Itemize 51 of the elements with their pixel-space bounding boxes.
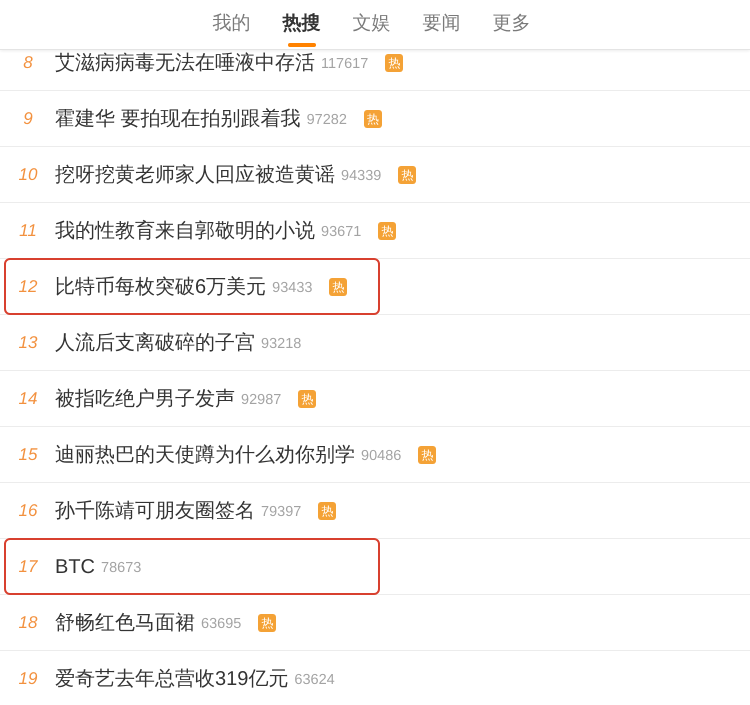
hot-badge: 热 bbox=[318, 502, 336, 520]
hot-badge: 热 bbox=[329, 278, 348, 296]
topic-title[interactable]: 我的性教育来自郭敬明的小说 bbox=[55, 222, 315, 240]
tab[interactable]: 我的 bbox=[212, 0, 250, 50]
topic-title[interactable]: 霍建华 要拍现在拍别跟着我 bbox=[55, 110, 301, 128]
rank-number: 12 bbox=[18, 278, 38, 296]
heat-count: 79397 bbox=[261, 502, 302, 520]
heat-count: 97282 bbox=[306, 110, 347, 128]
hot-badge: 热 bbox=[364, 110, 382, 128]
hot-badge: 热 bbox=[385, 54, 404, 72]
rank-number: 15 bbox=[18, 446, 38, 464]
rank-number: 16 bbox=[18, 502, 38, 520]
tab[interactable]: 更多 bbox=[492, 0, 530, 50]
heat-count: 92987 bbox=[241, 390, 282, 408]
heat-count: 78673 bbox=[101, 558, 142, 576]
hot-badge: 热 bbox=[418, 446, 436, 464]
topic-title[interactable]: BTC bbox=[55, 558, 95, 576]
heat-count: 63624 bbox=[294, 670, 335, 688]
rank-number: 19 bbox=[18, 670, 38, 688]
rank-number: 8 bbox=[22, 54, 34, 72]
hot-badge: 热 bbox=[298, 390, 316, 408]
rank-number: 13 bbox=[18, 334, 38, 352]
topic-title[interactable]: 舒畅红色马面裙 bbox=[55, 614, 195, 632]
heat-count: 90486 bbox=[361, 446, 402, 464]
topic-title[interactable]: 孙千陈靖可朋友圈签名 bbox=[55, 502, 255, 520]
selected-tab-underline bbox=[288, 43, 316, 47]
tab[interactable]: 要闻 bbox=[422, 0, 460, 50]
rank-number: 11 bbox=[18, 222, 38, 240]
topic-title[interactable]: 艾滋病病毒无法在唾液中存活 bbox=[55, 54, 315, 72]
topic-title[interactable]: 比特币每枚突破6万美元 bbox=[55, 278, 266, 296]
heat-count: 93218 bbox=[261, 334, 302, 352]
topic-title[interactable]: 被指吃绝户男子发声 bbox=[55, 390, 235, 408]
heat-count: 117617 bbox=[321, 54, 368, 72]
heat-count: 63695 bbox=[201, 614, 242, 632]
tab[interactable]: 热搜 bbox=[282, 0, 320, 50]
rank-number: 9 bbox=[22, 110, 34, 128]
rank-number: 18 bbox=[18, 614, 38, 632]
hot-badge: 热 bbox=[258, 614, 276, 632]
heat-count: 94339 bbox=[341, 166, 382, 184]
topic-title[interactable]: 挖呀挖黄老师家人回应被造黄谣 bbox=[55, 166, 335, 184]
rank-number: 10 bbox=[18, 166, 38, 184]
tab[interactable]: 文娱 bbox=[352, 0, 390, 50]
hot-badge: 热 bbox=[378, 222, 396, 240]
heat-count: 93671 bbox=[321, 222, 362, 240]
hot-badge: 热 bbox=[398, 166, 416, 184]
heat-count: 93433 bbox=[272, 278, 312, 296]
rank-number: 14 bbox=[18, 390, 38, 408]
topic-title[interactable]: 人流后支离破碎的子宫 bbox=[55, 334, 255, 352]
topic-title[interactable]: 爱奇艺去年总营收319亿元 bbox=[55, 670, 288, 688]
topic-title[interactable]: 迪丽热巴的天使蹲为什么劝你别学 bbox=[55, 446, 355, 464]
rank-number: 17 bbox=[18, 558, 39, 576]
